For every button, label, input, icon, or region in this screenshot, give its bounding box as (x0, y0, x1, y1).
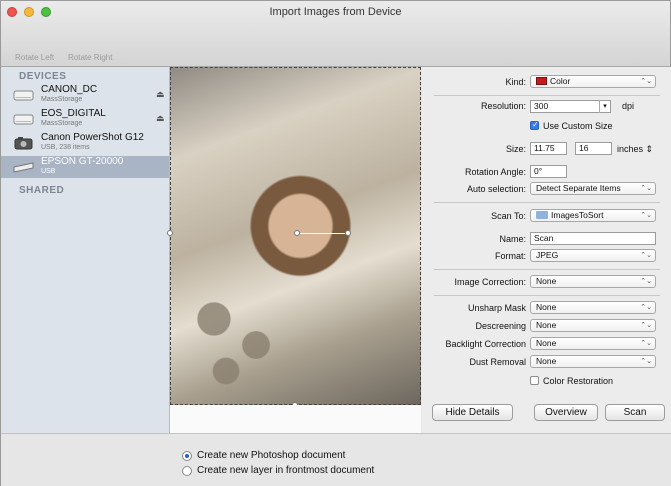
popup-arrows-icon: ⌃⌄ (640, 358, 652, 365)
use-custom-size-label: Use Custom Size (543, 121, 613, 131)
image-correction-label: Image Correction: (454, 277, 526, 287)
new-layer-radio[interactable] (182, 466, 192, 476)
rotation-line (298, 233, 348, 234)
popup-arrows-icon: ⌃⌄ (640, 278, 652, 285)
scanner-icon (13, 162, 34, 173)
resolution-unit: dpi (622, 101, 635, 111)
sidebar-item-powershot-g12[interactable]: Canon PowerShot G12 USB, 238 items (1, 132, 169, 154)
dust-removal-popup[interactable]: None ⌃⌄ (530, 355, 656, 368)
descreening-label: Descreening (475, 321, 526, 331)
popup-arrows-icon: ⌃⌄ (640, 78, 652, 85)
popup-arrows-icon: ⌃⌄ (640, 340, 652, 347)
folder-icon (536, 211, 548, 219)
auto-selection-popup[interactable]: Detect Separate Items ⌃⌄ (530, 182, 656, 195)
selection-rectangle[interactable] (170, 67, 421, 405)
name-label: Name: (499, 234, 526, 244)
popup-arrows-icon: ⌃⌄ (640, 185, 652, 192)
preview-empty-area (170, 405, 421, 433)
device-name: CANON_DC (41, 84, 98, 95)
unsharp-mask-popup[interactable]: None ⌃⌄ (530, 301, 656, 314)
color-restoration-checkbox[interactable] (530, 376, 539, 385)
format-label: Format: (494, 251, 526, 261)
unsharp-mask-label: Unsharp Mask (467, 303, 526, 313)
selection-left-handle[interactable] (167, 230, 173, 236)
popup-arrows-icon: ⌃⌄ (640, 322, 652, 329)
popup-arrows-icon: ⌃⌄ (640, 304, 652, 311)
devices-header: DEVICES (19, 71, 67, 82)
color-restoration-label: Color Restoration (543, 376, 614, 386)
scan-to-popup[interactable]: ImagesToSort ⌃⌄ (530, 209, 656, 222)
resolution-field[interactable]: 300 ▾ (530, 100, 611, 113)
kind-popup[interactable]: Color ⌃⌄ (530, 75, 656, 88)
device-name: Canon PowerShot G12 (41, 132, 144, 143)
divider (434, 295, 660, 296)
eject-icon[interactable]: ⏏ (156, 89, 165, 100)
divider (434, 269, 660, 270)
format-popup[interactable]: JPEG ⌃⌄ (530, 249, 656, 262)
device-sidebar: DEVICES CANON_DC MassStorage ⏏ EOS_DIGIT… (1, 67, 170, 433)
drive-icon (13, 90, 34, 101)
auto-selection-label: Auto selection: (466, 184, 526, 194)
device-name: EOS_DIGITAL (41, 108, 106, 119)
size-label: Size: (505, 144, 526, 154)
popup-arrows-icon: ⌃⌄ (640, 212, 652, 219)
divider (434, 95, 660, 96)
camera-icon (14, 137, 33, 150)
image-correction-popup[interactable]: None ⌃⌄ (530, 275, 656, 288)
dust-removal-label: Dust Removal (469, 357, 526, 367)
kind-label: Kind: (505, 77, 526, 87)
shared-header: SHARED (19, 185, 65, 196)
resolution-label: Resolution: (480, 101, 526, 111)
popup-arrows-icon: ⌃⌄ (640, 252, 652, 259)
new-document-radio[interactable] (182, 451, 192, 461)
size-width-field[interactable]: 11.75 (530, 142, 567, 155)
rotation-handle[interactable] (345, 230, 351, 236)
color-swatch-icon (536, 77, 547, 85)
import-options: Create new Photoshop document Create new… (1, 433, 671, 486)
device-subtitle: MassStorage (41, 96, 83, 103)
stepper-arrows-icon: ⇕ (645, 144, 654, 154)
size-height-field[interactable]: 16 (575, 142, 612, 155)
divider (434, 202, 660, 203)
overview-button[interactable]: Overview (534, 404, 598, 421)
window-title: Import Images from Device (269, 6, 402, 18)
rotation-angle-field[interactable]: 0° (530, 165, 567, 178)
device-name: EPSON GT-20000 (41, 156, 124, 167)
sidebar-item-epson-gt-20000[interactable]: EPSON GT-20000 USB (1, 156, 169, 178)
sidebar-item-canon-dc[interactable]: CANON_DC MassStorage ⏏ (1, 84, 169, 106)
backlight-correction-popup[interactable]: None ⌃⌄ (530, 337, 656, 350)
device-subtitle: MassStorage (41, 120, 83, 127)
device-subtitle: USB (41, 168, 56, 175)
rotation-angle-label: Rotation Angle: (464, 167, 526, 177)
scan-to-label: Scan To: (491, 211, 526, 221)
import-window: Import Images from Device Rotate Left Ro… (0, 0, 671, 486)
scan-button[interactable]: Scan (605, 404, 665, 421)
size-unit-popup[interactable]: inches ⇕ (617, 144, 653, 155)
drive-icon (13, 114, 34, 125)
use-custom-size-checkbox[interactable] (530, 120, 539, 130)
eject-icon[interactable]: ⏏ (156, 113, 165, 124)
scan-preview[interactable] (167, 67, 421, 433)
device-subtitle: USB, 238 items (41, 144, 90, 151)
new-document-label: Create new Photoshop document (197, 450, 346, 461)
descreening-popup[interactable]: None ⌃⌄ (530, 319, 656, 332)
new-layer-label: Create new layer in frontmost document (197, 465, 375, 476)
scan-details-panel: Kind: Color⌃⌄ Resolution: 300 ▾ dpi Use … (422, 67, 671, 433)
backlight-correction-label: Backlight Correction (445, 339, 526, 349)
title-bar: Import Images from Device Rotate Left Ro… (1, 1, 670, 67)
hide-details-button[interactable]: Hide Details (432, 404, 513, 421)
chevron-down-icon[interactable]: ▾ (599, 100, 610, 113)
rotation-center-handle[interactable] (294, 230, 300, 236)
name-field[interactable]: Scan (530, 232, 656, 245)
rotate-right-button[interactable]: Rotate Right (68, 53, 112, 62)
sidebar-item-eos-digital[interactable]: EOS_DIGITAL MassStorage ⏏ (1, 108, 169, 130)
rotate-left-button[interactable]: Rotate Left (15, 53, 54, 62)
